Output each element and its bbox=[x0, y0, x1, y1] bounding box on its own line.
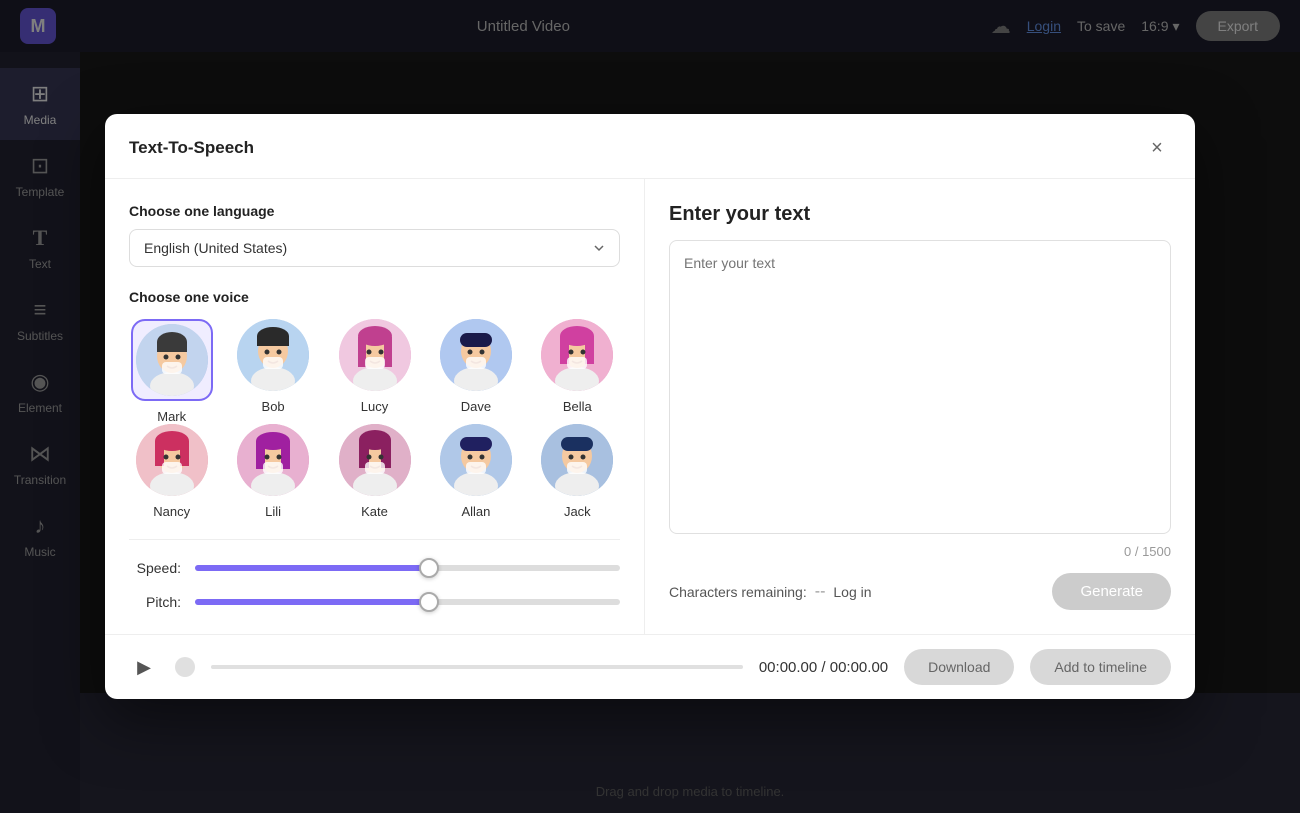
modal-title: Text-To-Speech bbox=[129, 138, 254, 158]
speed-track[interactable] bbox=[195, 565, 620, 571]
chars-value: -- bbox=[815, 583, 826, 601]
modal-footer: ▶ 00:00.00 / 00:00.00 Download Add to ti… bbox=[105, 634, 1195, 699]
add-to-timeline-button[interactable]: Add to timeline bbox=[1030, 649, 1171, 685]
modal-right-panel: Enter your text 0 / 1500 Characters rema… bbox=[645, 179, 1195, 634]
dave-label: Dave bbox=[461, 399, 491, 414]
pitch-track[interactable] bbox=[195, 599, 620, 605]
generate-button[interactable]: Generate bbox=[1052, 573, 1171, 610]
char-count: 0 / 1500 bbox=[669, 544, 1171, 559]
modal-left-panel: Choose one language English (United Stat… bbox=[105, 179, 645, 634]
jack-label: Jack bbox=[564, 504, 591, 519]
modal-backdrop: Text-To-Speech × Choose one language Eng… bbox=[0, 0, 1300, 813]
nancy-label: Nancy bbox=[153, 504, 190, 519]
nancy-avatar bbox=[136, 424, 208, 496]
lili-label: Lili bbox=[265, 504, 281, 519]
text-panel-title: Enter your text bbox=[669, 203, 1171, 226]
voice-row-1: Mark bbox=[129, 319, 620, 424]
sliders-section: Speed: Pitch: bbox=[129, 539, 620, 610]
login-button[interactable]: Log in bbox=[833, 584, 871, 600]
voice-item-nancy[interactable]: Nancy bbox=[129, 424, 214, 519]
voice-item-lucy[interactable]: Lucy bbox=[332, 319, 417, 424]
text-to-speech-modal: Text-To-Speech × Choose one language Eng… bbox=[105, 114, 1195, 699]
generate-row: Characters remaining: -- Log in Generate bbox=[669, 573, 1171, 610]
modal-body: Choose one language English (United Stat… bbox=[105, 179, 1195, 634]
lucy-label: Lucy bbox=[361, 399, 388, 414]
language-dropdown[interactable]: English (United States) Spanish French G… bbox=[129, 229, 620, 267]
kate-avatar bbox=[339, 424, 411, 496]
audio-progress-bar[interactable] bbox=[211, 665, 743, 669]
bob-label: Bob bbox=[262, 399, 285, 414]
mark-avatar bbox=[136, 324, 208, 396]
modal-close-button[interactable]: × bbox=[1143, 134, 1171, 162]
speed-label: Speed: bbox=[129, 560, 181, 576]
dave-avatar bbox=[440, 319, 512, 391]
bella-label: Bella bbox=[563, 399, 592, 414]
play-button[interactable]: ▶ bbox=[129, 652, 159, 682]
allan-label: Allan bbox=[461, 504, 490, 519]
voice-item-bella[interactable]: Bella bbox=[535, 319, 620, 424]
pitch-slider-row: Pitch: bbox=[129, 594, 620, 610]
allan-avatar bbox=[440, 424, 512, 496]
pitch-fill bbox=[195, 599, 429, 605]
pitch-label: Pitch: bbox=[129, 594, 181, 610]
chars-remaining-label: Characters remaining: bbox=[669, 584, 807, 600]
pitch-thumb[interactable] bbox=[419, 592, 439, 612]
lili-avatar bbox=[237, 424, 309, 496]
progress-indicator bbox=[175, 657, 195, 677]
language-section-label: Choose one language bbox=[129, 203, 620, 219]
text-input[interactable] bbox=[669, 240, 1171, 534]
voice-item-allan[interactable]: Allan bbox=[433, 424, 518, 519]
voice-row-2: Nancy bbox=[129, 424, 620, 519]
download-button[interactable]: Download bbox=[904, 649, 1014, 685]
kate-label: Kate bbox=[361, 504, 388, 519]
voice-item-lili[interactable]: Lili bbox=[230, 424, 315, 519]
speed-fill bbox=[195, 565, 429, 571]
lucy-avatar bbox=[339, 319, 411, 391]
voice-item-kate[interactable]: Kate bbox=[332, 424, 417, 519]
jack-avatar bbox=[541, 424, 613, 496]
speed-slider-row: Speed: bbox=[129, 560, 620, 576]
time-display: 00:00.00 / 00:00.00 bbox=[759, 659, 888, 676]
chars-remaining: Characters remaining: -- Log in bbox=[669, 583, 872, 601]
speed-thumb[interactable] bbox=[419, 558, 439, 578]
voice-item-jack[interactable]: Jack bbox=[535, 424, 620, 519]
modal-header: Text-To-Speech × bbox=[105, 114, 1195, 179]
voice-item-bob[interactable]: Bob bbox=[230, 319, 315, 424]
bella-avatar bbox=[541, 319, 613, 391]
voice-item-mark[interactable]: Mark bbox=[129, 319, 214, 424]
bob-avatar bbox=[237, 319, 309, 391]
app-container: M Untitled Video ☁ Login To save 16:9 ▾ … bbox=[0, 0, 1300, 813]
voice-section-label: Choose one voice bbox=[129, 289, 620, 305]
voice-item-dave[interactable]: Dave bbox=[433, 319, 518, 424]
mark-label: Mark bbox=[157, 409, 186, 424]
